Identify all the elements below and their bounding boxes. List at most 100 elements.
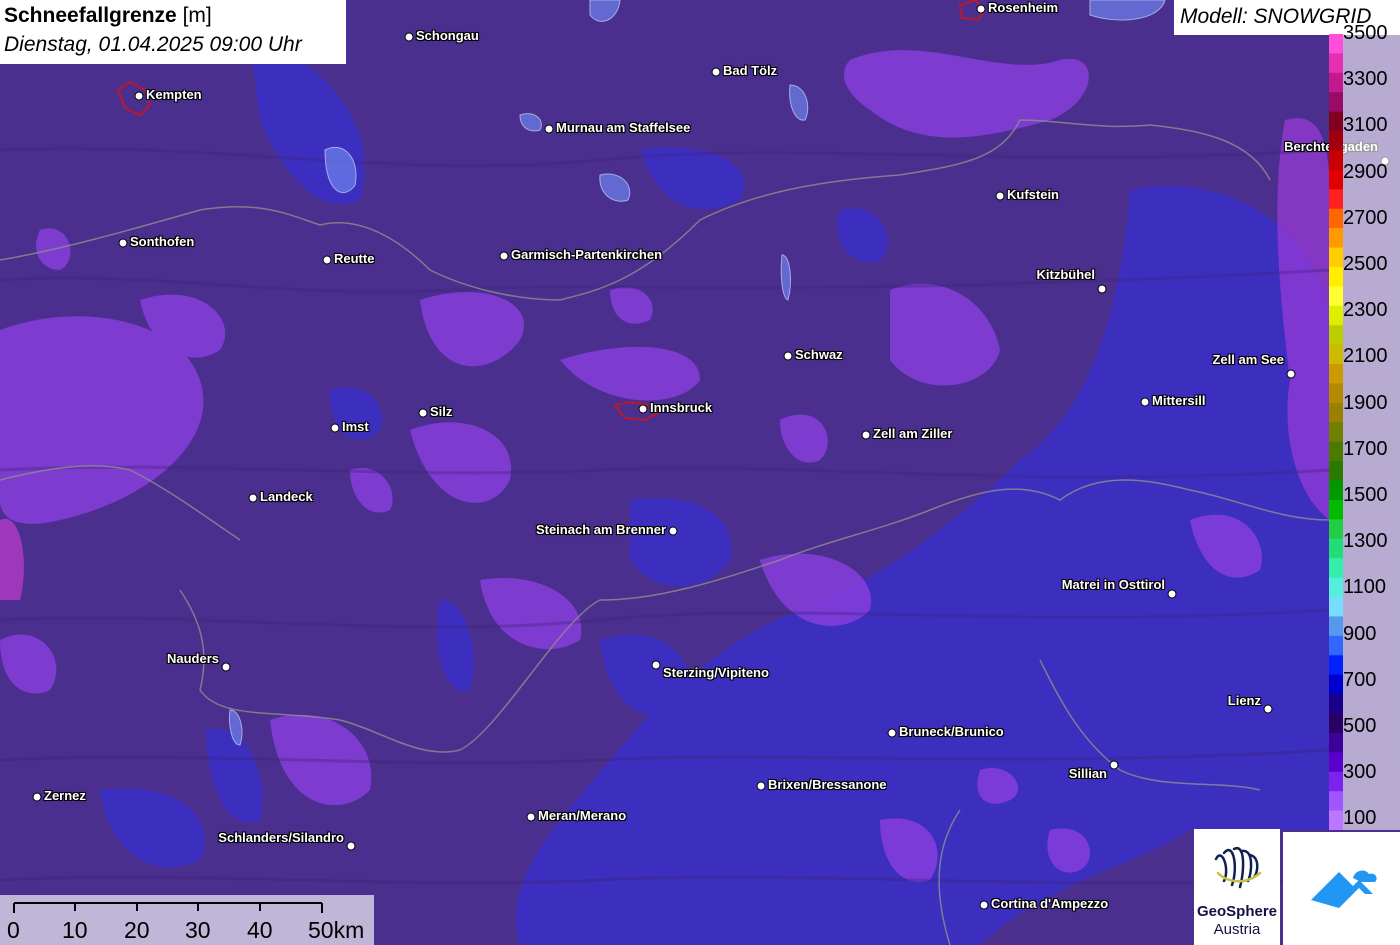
city-dot xyxy=(134,91,144,101)
legend-swatch xyxy=(1329,111,1343,132)
legend-swatch xyxy=(1329,558,1343,579)
legend-swatch xyxy=(1329,752,1343,773)
legend-swatch xyxy=(1329,53,1343,74)
geosphere-country: Austria xyxy=(1213,921,1261,938)
legend-swatch xyxy=(1329,189,1343,210)
city-label: Zernez xyxy=(44,788,86,803)
city-dot xyxy=(1097,284,1107,294)
title-unit: [m] xyxy=(182,4,212,27)
city-dot xyxy=(1286,369,1296,379)
city-label: Brixen/Bressanone xyxy=(768,777,887,792)
city-label: Garmisch-Partenkirchen xyxy=(511,247,663,262)
scale-label-40: 40 xyxy=(247,917,273,943)
legend-label: 100 xyxy=(1343,807,1377,830)
city-dot xyxy=(651,660,661,670)
legend-swatch xyxy=(1329,228,1343,249)
city-label: Schlanders/Silandro xyxy=(218,830,344,845)
legend-swatch xyxy=(1329,810,1343,830)
title-box: Schneefallgrenze [m] Dienstag, 01.04.202… xyxy=(0,0,346,64)
city-label: Sillian xyxy=(1068,766,1107,781)
legend-label: 1500 xyxy=(1343,484,1388,506)
legend-label: 3300 xyxy=(1343,68,1388,91)
legend-swatch xyxy=(1329,208,1343,229)
city-dot xyxy=(1109,760,1119,770)
legend-label: 2100 xyxy=(1343,345,1388,368)
city-label: Sonthofen xyxy=(130,234,195,249)
legend-swatch xyxy=(1329,344,1343,365)
legend-label: 1100 xyxy=(1343,576,1387,599)
city-dot xyxy=(756,781,766,791)
city-dot xyxy=(418,408,428,418)
scale-label-10: 10 xyxy=(62,917,88,943)
legend-swatch xyxy=(1329,247,1343,268)
legend-swatch xyxy=(1329,732,1343,753)
legend-swatch xyxy=(1329,461,1343,482)
city-dot xyxy=(887,728,897,738)
city-label: Rosenheim xyxy=(988,0,1059,15)
legend-swatch xyxy=(1329,325,1343,346)
city-label: Lienz xyxy=(1227,693,1261,708)
legend-swatch xyxy=(1329,694,1343,715)
legend-label: 300 xyxy=(1343,761,1377,784)
map-datetime: Dienstag, 01.04.2025 09:00 Uhr xyxy=(4,33,302,56)
city-label: Schwaz xyxy=(795,347,843,362)
legend-swatch xyxy=(1329,34,1343,54)
legend-label: 500 xyxy=(1343,715,1377,737)
legend-swatch xyxy=(1329,635,1343,656)
city-dot xyxy=(861,430,871,440)
legend-label: 700 xyxy=(1343,668,1377,691)
city-dot xyxy=(1167,589,1177,599)
geosphere-logo[interactable]: GeoSphere Austria xyxy=(1194,829,1280,945)
city-label: Murnau am Staffelsee xyxy=(556,120,691,135)
city-dot xyxy=(346,841,356,851)
legend-label: 1700 xyxy=(1343,437,1388,460)
city-dot xyxy=(322,255,332,265)
scale-bar: 0 10 20 30 40 50km xyxy=(0,895,374,945)
city-dot xyxy=(711,67,721,77)
scale-label-30: 30 xyxy=(185,917,211,943)
legend-label: 2900 xyxy=(1343,160,1388,183)
city-label: Steinach am Brenner xyxy=(535,522,666,537)
legend-swatch xyxy=(1329,577,1343,598)
scale-label-0: 0 xyxy=(7,917,20,943)
legend-label: 2300 xyxy=(1343,299,1388,322)
legend-swatch xyxy=(1329,150,1343,171)
snowgrid-logo[interactable] xyxy=(1283,832,1400,945)
legend-swatch xyxy=(1329,402,1343,423)
city-dot xyxy=(330,423,340,433)
city-label: Zell am Ziller xyxy=(873,426,953,441)
legend-swatch xyxy=(1329,441,1343,462)
map-view[interactable]: Rosenheim Schongau Kempten Bad Tölz Murn… xyxy=(0,0,1400,945)
legend-label: 900 xyxy=(1343,622,1377,645)
city-dot xyxy=(979,900,989,910)
city-label: Meran/Merano xyxy=(538,808,627,823)
city-dot xyxy=(248,493,258,503)
city-dot xyxy=(544,124,554,134)
city-label: Silz xyxy=(430,404,453,419)
city-dot xyxy=(32,792,42,802)
geosphere-name: GeoSphere xyxy=(1196,903,1278,920)
legend-swatch xyxy=(1329,286,1343,307)
city-label: Cortina d'Ampezzo xyxy=(991,896,1109,911)
title-name: Schneefallgrenze xyxy=(4,4,177,27)
legend-swatch xyxy=(1329,305,1343,326)
city-dot xyxy=(976,4,986,14)
city-dot xyxy=(118,238,128,248)
legend-swatch xyxy=(1329,480,1343,501)
legend-label: 2700 xyxy=(1343,206,1388,229)
legend-swatch xyxy=(1329,422,1343,443)
city-label: Kitzbühel xyxy=(1036,267,1096,282)
city-label: Matrei in Osttirol xyxy=(1061,577,1165,592)
city-label: Kempten xyxy=(146,87,202,102)
legend-label: 1300 xyxy=(1343,530,1388,553)
scale-label-20: 20 xyxy=(124,917,150,943)
legend-swatch xyxy=(1329,131,1343,151)
city-label: Schongau xyxy=(416,28,479,43)
city-label: Kufstein xyxy=(1007,187,1059,202)
legend-swatch xyxy=(1329,499,1343,520)
legend-label: 1900 xyxy=(1343,391,1388,414)
city-label: Landeck xyxy=(260,489,313,504)
legend-swatch xyxy=(1329,771,1343,792)
city-label: Bad Tölz xyxy=(723,63,778,78)
city-dot xyxy=(404,32,414,42)
